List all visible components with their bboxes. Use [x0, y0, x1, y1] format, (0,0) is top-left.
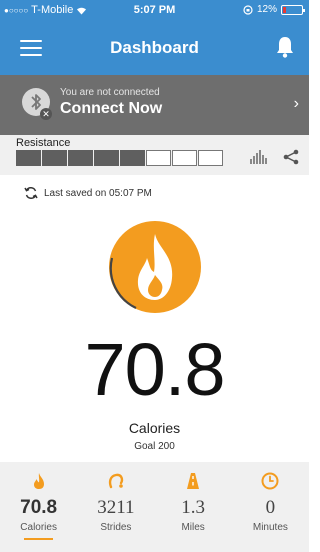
clock-icon	[232, 472, 309, 492]
battery-icon	[281, 4, 305, 15]
metric-value: 70.8	[84, 328, 225, 411]
stride-icon	[77, 472, 154, 492]
resistance-level-selector	[16, 150, 223, 166]
tab-strides[interactable]: 3211 Strides	[77, 462, 154, 552]
resistance-level-8[interactable]	[198, 150, 223, 166]
tab-strides-label: Strides	[100, 522, 132, 533]
status-right: 12%	[243, 4, 305, 15]
battery-percent: 12%	[256, 4, 277, 15]
resistance-level-1[interactable]	[16, 150, 41, 166]
tab-miles-label: Miles	[181, 522, 205, 533]
last-saved-row: Last saved on 05:07 PM	[24, 186, 152, 200]
tab-calories[interactable]: 70.8 Calories	[0, 462, 77, 552]
tab-minutes-value: 0	[265, 497, 276, 518]
chevron-right-icon: ›	[293, 95, 299, 112]
status-bar: ●○○○○ T-Mobile 5:07 PM 12%	[0, 0, 309, 20]
connect-now-label: Connect Now	[60, 100, 163, 117]
resistance-level-4[interactable]	[94, 150, 119, 166]
resistance-label: Resistance	[16, 137, 71, 149]
tab-strides-value: 3211	[97, 497, 135, 518]
tab-miles-value: 1.3	[181, 497, 205, 518]
last-saved-text: Last saved on 05:07 PM	[44, 187, 152, 199]
disconnected-badge-icon: ✕	[40, 108, 52, 120]
bar-chart-icon[interactable]	[250, 150, 268, 164]
metric-label: Calories	[128, 420, 181, 436]
top-bar: ●○○○○ T-Mobile 5:07 PM 12% Dashboard	[0, 0, 309, 75]
bell-icon[interactable]	[275, 35, 295, 59]
tab-calories-value: 70.8	[20, 497, 58, 518]
resistance-level-2[interactable]	[42, 150, 67, 166]
connect-now-button[interactable]: ✕ You are not connected Connect Now ›	[0, 75, 309, 135]
resistance-level-5[interactable]	[120, 150, 145, 166]
navigation-bar: Dashboard	[0, 22, 309, 72]
tab-calories-label: Calories	[20, 522, 57, 533]
metric-goal: Goal 200	[134, 441, 175, 452]
flame-icon	[0, 472, 77, 492]
calories-flame-icon	[109, 221, 201, 313]
resistance-panel: Resistance	[0, 135, 309, 175]
resistance-level-7[interactable]	[172, 150, 197, 166]
orientation-lock-icon	[243, 4, 253, 15]
metric-tabs: 70.8 Calories 3211 Strides 1.3 Miles 0 M…	[0, 462, 309, 552]
connection-status-text: You are not connected	[60, 87, 160, 98]
resistance-level-3[interactable]	[68, 150, 93, 166]
sync-icon[interactable]	[24, 186, 38, 200]
resistance-level-6[interactable]	[146, 150, 171, 166]
page-title: Dashboard	[110, 38, 199, 57]
tab-minutes-label: Minutes	[252, 522, 288, 533]
share-icon[interactable]	[283, 149, 299, 165]
tab-minutes[interactable]: 0 Minutes	[232, 462, 309, 552]
tab-miles[interactable]: 1.3 Miles	[155, 462, 232, 552]
active-tab-indicator	[24, 538, 54, 540]
road-icon	[155, 472, 232, 492]
